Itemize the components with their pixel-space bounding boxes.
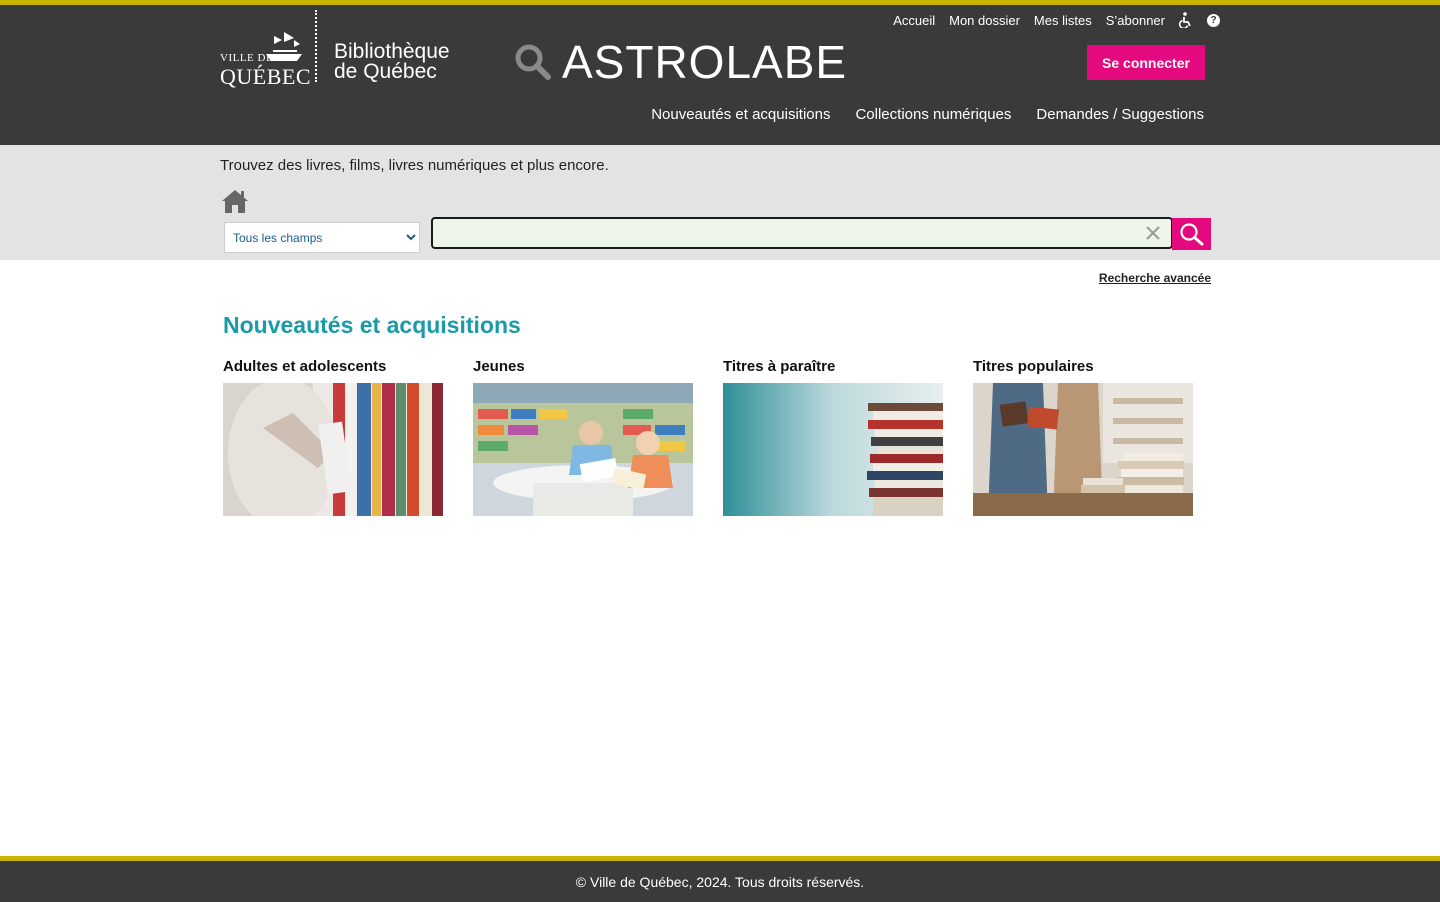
bibliotheque-logo[interactable]: Bibliothèque de Québec — [334, 40, 450, 83]
search-box — [431, 217, 1173, 249]
footer-accent-stripe — [0, 856, 1440, 861]
logo-divider — [315, 10, 317, 82]
card-image-book-stack[interactable] — [723, 383, 943, 516]
card-image-kids-reading[interactable] — [473, 383, 693, 516]
logo-biblio-line2: de Québec — [334, 60, 437, 83]
advanced-search-link[interactable]: Recherche avancée — [1099, 271, 1211, 285]
catalog-name: ASTROLABE — [562, 36, 848, 88]
logo-biblio-line1: Bibliothèque — [334, 40, 450, 63]
logo-ville-big: QUÉBEC — [220, 64, 311, 89]
search-input[interactable] — [433, 219, 1171, 247]
card-title[interactable]: Jeunes — [473, 358, 693, 383]
util-link-accueil[interactable]: Accueil — [893, 13, 935, 28]
login-button[interactable]: Se connecter — [1087, 45, 1205, 80]
card-title[interactable]: Titres populaires — [973, 358, 1193, 383]
magnifier-logo-icon — [515, 44, 551, 80]
card-adultes[interactable]: Adultes et adolescents — [223, 358, 443, 516]
footer-copyright: © Ville de Québec, 2024. Tous droits rés… — [575, 874, 865, 890]
util-link-mes-listes[interactable]: Mes listes — [1034, 13, 1092, 28]
card-image-adults-bookshelf[interactable] — [223, 383, 443, 516]
header-bar: Accueil Mon dossier Mes listes S’abonner… — [0, 0, 1440, 145]
footer: © Ville de Québec, 2024. Tous droits rés… — [0, 856, 1440, 902]
card-titres-a-paraitre[interactable]: Titres à paraître — [723, 358, 943, 516]
main-nav: Nouveautés et acquisitions Collections n… — [651, 106, 1204, 123]
util-link-mon-dossier[interactable]: Mon dossier — [949, 13, 1020, 28]
section-title: Nouveautés et acquisitions — [223, 312, 521, 338]
nav-collections-numeriques[interactable]: Collections numériques — [855, 106, 1011, 123]
card-title[interactable]: Titres à paraître — [723, 358, 943, 383]
search-field-select[interactable]: Tous les champs — [224, 222, 420, 253]
help-icon[interactable]: ? — [1207, 13, 1220, 27]
util-link-sabonner[interactable]: S’abonner — [1106, 13, 1165, 28]
nav-nouveautes[interactable]: Nouveautés et acquisitions — [651, 106, 830, 123]
nav-demandes-suggestions[interactable]: Demandes / Suggestions — [1036, 106, 1204, 123]
astrolabe-logo[interactable]: ASTROLABE — [514, 36, 847, 88]
utility-links: Accueil Mon dossier Mes listes S’abonner… — [893, 12, 1220, 28]
card-jeunes[interactable]: Jeunes — [473, 358, 693, 516]
card-image-people-reading[interactable] — [973, 383, 1193, 516]
card-title[interactable]: Adultes et adolescents — [223, 358, 443, 383]
accessibility-icon[interactable] — [1179, 12, 1193, 28]
clear-search-icon[interactable] — [1145, 225, 1161, 246]
card-titres-populaires[interactable]: Titres populaires — [973, 358, 1193, 516]
logo-ville-small: VILLE DE — [220, 52, 274, 64]
home-icon[interactable] — [220, 188, 250, 219]
header-accent-stripe — [0, 0, 1440, 5]
search-icon — [1179, 223, 1203, 246]
search-button[interactable] — [1172, 218, 1211, 250]
search-tagline: Trouvez des livres, films, livres numéri… — [220, 157, 609, 174]
